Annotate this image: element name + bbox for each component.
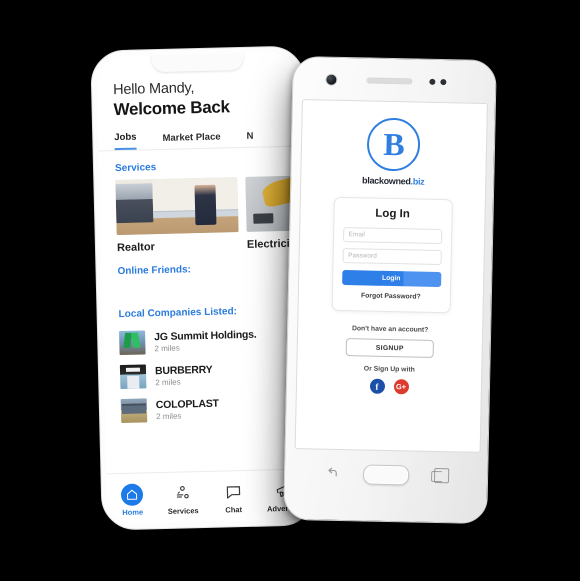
nav-label: Chat bbox=[225, 504, 243, 515]
login-button[interactable]: Login bbox=[341, 269, 441, 288]
bottom-navigation: Home Services Chat Advertise bbox=[106, 468, 310, 525]
light-sensor-icon bbox=[440, 79, 447, 86]
logo-letter: B bbox=[383, 125, 406, 162]
facebook-icon[interactable]: f bbox=[369, 378, 385, 394]
list-item[interactable]: BURBERRY 2 miles bbox=[104, 356, 307, 395]
nav-item-chat[interactable]: Chat bbox=[210, 480, 257, 514]
nav-label: Home bbox=[122, 507, 144, 517]
left-phone-device: Hello Mandy, Welcome Back Jobs Market Pl… bbox=[90, 45, 316, 531]
back-icon[interactable] bbox=[325, 466, 339, 480]
logo-circle-icon: B bbox=[366, 117, 422, 172]
email-field[interactable]: Email bbox=[342, 226, 442, 245]
nav-item-services[interactable]: Services bbox=[159, 481, 206, 515]
right-phone-device: B blackowned.biz Log In Email Password L… bbox=[283, 55, 497, 525]
or-signup-label: Or Sign Up with bbox=[363, 365, 415, 374]
tab-market-place[interactable]: Market Place bbox=[162, 132, 220, 149]
phone-bottom-bezel bbox=[284, 449, 487, 523]
company-distance: 2 miles bbox=[154, 343, 180, 354]
company-thumbnail bbox=[120, 398, 148, 424]
logo-wordmark: blackowned.biz bbox=[362, 175, 425, 186]
realtor-photo bbox=[115, 177, 239, 236]
home-app-screen: Hello Mandy, Welcome Back Jobs Market Pl… bbox=[96, 51, 310, 525]
company-name: BURBERRY bbox=[154, 363, 213, 378]
company-distance: 2 miles bbox=[156, 411, 182, 422]
phone-top-bezel bbox=[293, 57, 496, 103]
recent-apps-icon[interactable] bbox=[433, 467, 450, 484]
right-phone-screen: B blackowned.biz Log In Email Password L… bbox=[294, 99, 488, 453]
login-title: Log In bbox=[375, 207, 410, 221]
signup-prompt: Don't have an account? bbox=[351, 325, 429, 334]
list-item[interactable]: JG Summit Holdings. 2 miles bbox=[103, 322, 306, 361]
service-card-realtor[interactable]: Realtor bbox=[115, 177, 239, 254]
company-distance: 2 miles bbox=[155, 377, 181, 388]
tab-bar: Jobs Market Place N bbox=[98, 116, 301, 151]
left-phone-screen: Hello Mandy, Welcome Back Jobs Market Pl… bbox=[96, 51, 310, 525]
login-app-screen: B blackowned.biz Log In Email Password L… bbox=[295, 100, 487, 452]
tab-news[interactable]: N bbox=[246, 131, 253, 147]
scene: Hello Mandy, Welcome Back Jobs Market Pl… bbox=[0, 0, 580, 581]
login-card: Log In Email Password Login Forgot Passw… bbox=[331, 196, 453, 314]
password-field[interactable]: Password bbox=[342, 247, 442, 266]
nav-label: Services bbox=[167, 505, 199, 516]
home-button[interactable] bbox=[362, 464, 410, 486]
earpiece-speaker bbox=[366, 77, 413, 85]
proximity-sensor-icon bbox=[429, 78, 436, 85]
tab-jobs[interactable]: Jobs bbox=[114, 131, 137, 151]
signup-button[interactable]: SIGNUP bbox=[345, 338, 434, 358]
home-icon bbox=[121, 483, 144, 506]
company-name: COLOPLAST bbox=[155, 397, 219, 412]
company-name: JG Summit Holdings. bbox=[154, 328, 257, 344]
notch bbox=[151, 52, 244, 73]
nav-item-home[interactable]: Home bbox=[109, 483, 156, 517]
greeting-hello: Hello Mandy, bbox=[112, 80, 195, 99]
services-icon bbox=[171, 482, 194, 505]
social-login-row: f G+ bbox=[369, 378, 409, 395]
chat-icon bbox=[222, 481, 245, 504]
google-plus-icon[interactable]: G+ bbox=[393, 379, 409, 395]
forgot-password-link[interactable]: Forgot Password? bbox=[361, 292, 421, 300]
logo-name-blue: .biz bbox=[410, 176, 425, 187]
front-camera-icon bbox=[326, 74, 337, 85]
list-item[interactable]: COLOPLAST 2 miles bbox=[105, 390, 308, 429]
services-carousel[interactable]: Realtor Electrici bbox=[99, 173, 310, 255]
company-thumbnail bbox=[119, 330, 146, 356]
company-thumbnail bbox=[119, 364, 147, 390]
logo-name-dark: blackowned bbox=[362, 175, 411, 187]
app-logo: B blackowned.biz bbox=[362, 117, 426, 187]
